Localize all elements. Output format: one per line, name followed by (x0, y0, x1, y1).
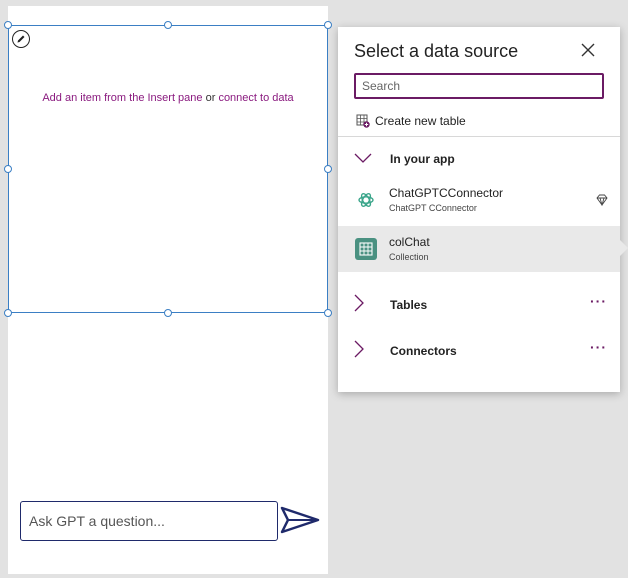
resize-handle-bottom-right[interactable] (324, 309, 332, 317)
chevron-right-icon (354, 340, 364, 358)
item-name: colChat (389, 235, 430, 249)
pencil-icon[interactable] (12, 30, 30, 48)
section-label: Connectors (390, 343, 457, 358)
panel-title: Select a data source (354, 41, 519, 61)
tables-more-button[interactable]: ··· (590, 293, 607, 309)
table-add-icon (356, 114, 370, 128)
resize-handle-right[interactable] (324, 165, 332, 173)
panel-pointer (620, 240, 628, 256)
section-connectors[interactable]: Connectors (354, 340, 457, 361)
ask-gpt-input[interactable] (20, 501, 278, 541)
section-tables[interactable]: Tables (354, 294, 427, 315)
openai-icon (355, 189, 377, 211)
item-subtitle: ChatGPT CConnector (389, 203, 477, 213)
section-label: Tables (390, 297, 428, 312)
gallery-placeholder: Add an item from the Insert pane or conn… (8, 92, 328, 104)
item-name: ChatGPTCConnector (389, 186, 504, 200)
section-in-your-app[interactable]: In your app (354, 152, 455, 166)
resize-handle-top-left[interactable] (4, 21, 12, 29)
connect-to-data-link[interactable]: connect to data (218, 92, 293, 104)
placeholder-or-text: or (205, 92, 216, 104)
gallery-control[interactable] (8, 25, 328, 313)
connectors-more-button[interactable]: ··· (590, 339, 607, 355)
premium-diamond-icon (596, 194, 608, 206)
resize-handle-bottom-left[interactable] (4, 309, 12, 317)
resize-handle-top[interactable] (164, 21, 172, 29)
item-subtitle: Collection (389, 252, 429, 262)
insert-pane-link[interactable]: Add an item from the Insert pane (42, 92, 202, 104)
chevron-right-icon (354, 294, 364, 312)
search-input[interactable] (354, 73, 604, 99)
resize-handle-bottom[interactable] (164, 309, 172, 317)
resize-handle-left[interactable] (4, 165, 12, 173)
table-grid-icon (355, 238, 377, 260)
create-new-table-button[interactable]: Create new table (356, 114, 466, 128)
list-item-chatgptcconnector[interactable]: ChatGPTCConnector ChatGPT CConnector (338, 177, 620, 223)
send-icon[interactable] (280, 506, 320, 534)
divider (338, 136, 620, 137)
close-icon[interactable] (580, 42, 596, 58)
chevron-down-icon (354, 153, 372, 163)
resize-handle-top-right[interactable] (324, 21, 332, 29)
data-source-panel: Select a data source Create new table In… (338, 27, 620, 392)
section-label: In your app (390, 152, 455, 166)
list-item-colchat[interactable]: colChat Collection (338, 226, 620, 272)
create-new-table-label: Create new table (375, 114, 466, 128)
